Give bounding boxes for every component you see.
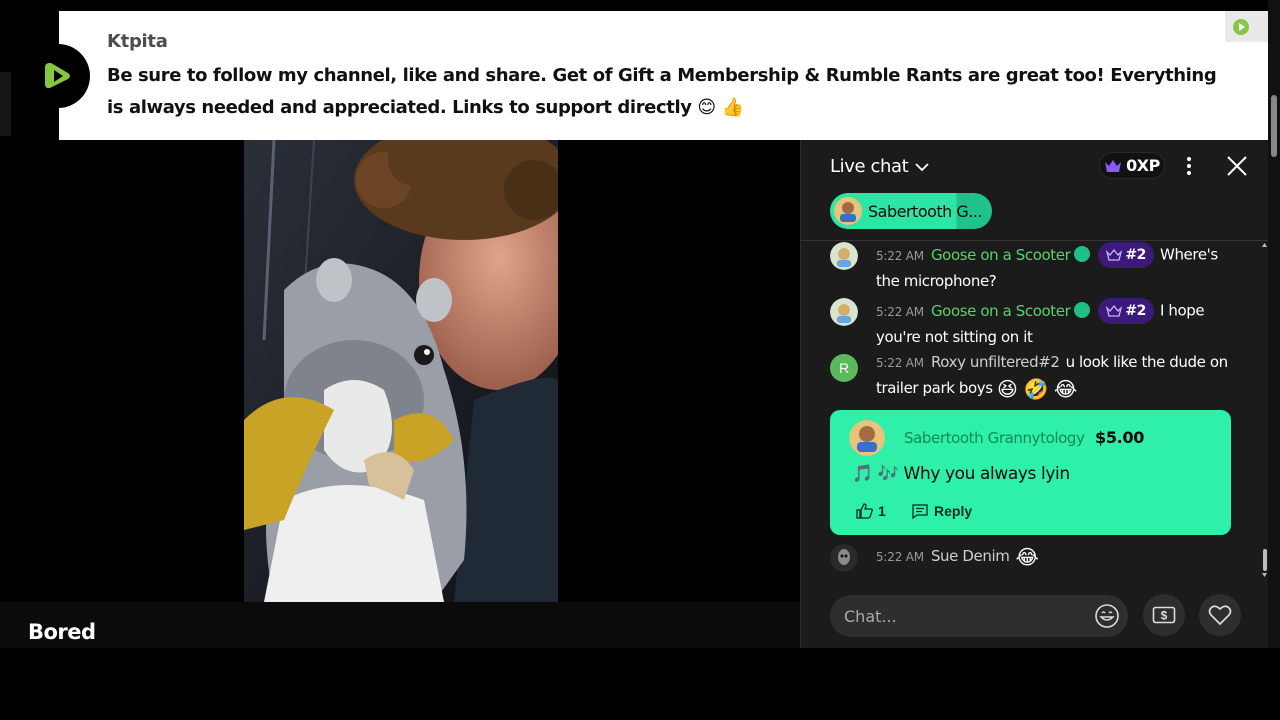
message-username[interactable]: Sue Denim [931,547,1010,565]
avatar[interactable] [830,298,858,326]
chat-input[interactable]: Chat... [830,595,1128,637]
chat-message: 5:22 AM Goose on a Scooter #2 I hope you're… [876,298,1231,350]
video-player[interactable] [244,140,558,602]
chevron-down-icon [915,162,929,171]
pinned-rant-chip[interactable]: Sabertooth G... [830,193,992,229]
avatar[interactable] [830,544,858,572]
video-frame [244,140,558,602]
message-emojis: 😆 🤣 😂 [997,377,1077,401]
reply-icon [912,503,928,519]
chat-scroll-thumb[interactable] [1263,549,1267,571]
like-count: 1 [878,503,886,519]
left-edge-tab [0,72,11,136]
live-chat-panel: Live chat 0XP Sabertooth G... 5:22 AM Go… [800,140,1269,648]
xp-badge[interactable]: 0XP [1099,152,1165,179]
xp-value: 0XP [1126,156,1160,175]
pinned-user: Sabertooth G... [868,201,983,221]
page-scrollbar[interactable] [1268,0,1280,648]
reply-label: Reply [934,503,973,519]
banner-corner-button[interactable] [1225,11,1268,42]
banner-author: Ktpita [107,31,168,52]
rank-value: #2 [1125,246,1147,263]
rank-badge: #2 [1098,298,1155,324]
rant-amount: $5.00 [1095,428,1145,447]
like-button[interactable]: 1 [856,503,886,519]
chat-message: 5:22 AM Goose on a Scooter #2 Where's the m… [876,242,1231,294]
avatar[interactable] [830,242,858,270]
rumble-rant: Sabertooth Grannytology $5.00 🎵 🎶 Why yo… [830,410,1231,535]
crown-icon [1105,159,1122,172]
chat-input-placeholder: Chat... [844,606,897,626]
rank-badge: #2 [1098,242,1155,268]
rant-text: 🎵 🎶 Why you always lyin [852,464,1070,484]
rumble-logo-icon [26,44,90,108]
message-time: 5:22 AM [876,550,924,564]
verified-badge-icon [1074,301,1091,318]
avatar-letter: R [838,360,850,376]
message-time: 5:22 AM [876,304,924,319]
notification-banner: Ktpita Be sure to follow my channel, lik… [26,11,1268,140]
chat-title: Live chat [830,156,909,177]
message-time: 5:22 AM [876,356,924,370]
video-title-bar [0,602,800,648]
more-options-icon[interactable] [1184,155,1194,177]
avatar [834,197,862,225]
message-username[interactable]: Goose on a Scooter [931,302,1071,320]
close-icon[interactable] [1225,154,1249,178]
avatar[interactable]: R [830,354,858,382]
video-title: Bored [28,620,96,644]
crown-icon [1106,305,1123,317]
crown-icon [1106,249,1123,261]
chat-title-dropdown[interactable]: Live chat [830,156,930,177]
heart-button[interactable] [1199,594,1241,636]
rank-value: #2 [1125,302,1147,319]
emoji-picker-icon[interactable] [1094,603,1120,629]
rumble-mini-icon [1233,18,1249,35]
svg-text:$: $ [1161,609,1168,623]
reply-button[interactable]: Reply [912,503,972,519]
avatar[interactable] [849,420,885,456]
chat-divider [801,240,1269,241]
dollar-rant-icon: $ [1152,606,1176,624]
rant-username[interactable]: Sabertooth Grannytology [904,429,1085,447]
heart-icon [1208,605,1232,626]
message-emojis: 😂 [1015,545,1039,569]
message-username[interactable]: Roxy unfiltered#2 [931,353,1060,371]
message-username[interactable]: Goose on a Scooter [931,246,1071,264]
message-time: 5:22 AM [876,248,924,263]
thumbs-up-icon [856,503,873,519]
verified-badge-icon [1074,245,1091,262]
page-scroll-thumb[interactable] [1271,95,1277,157]
rant-button[interactable]: $ [1143,594,1185,636]
chat-message: 5:22 AM Sue Denim 😂 [876,544,1231,570]
banner-message: Be sure to follow my channel, like and s… [107,65,1217,118]
chat-message: 5:22 AM Roxy unfiltered#2 u look like the … [876,350,1231,402]
app-root: Ktpita Be sure to follow my channel, lik… [0,0,1280,720]
